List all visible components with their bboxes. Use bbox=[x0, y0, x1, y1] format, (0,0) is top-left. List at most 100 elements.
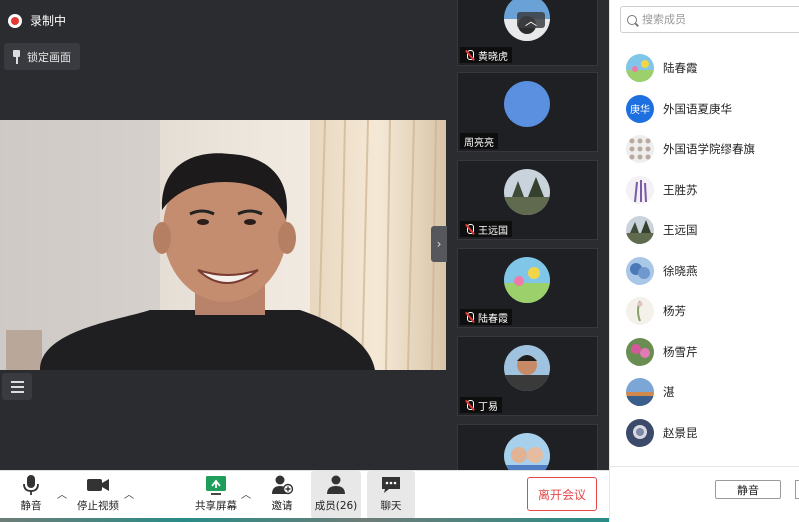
member-item[interactable]: 庚华 外国语夏庚华 bbox=[610, 89, 799, 130]
muted-mic-icon bbox=[464, 223, 475, 235]
member-item[interactable]: 赵景昆 bbox=[610, 413, 799, 454]
video-tile[interactable]: 王远国 bbox=[457, 160, 598, 240]
active-speaker-video bbox=[0, 120, 446, 370]
member-avatar: 庚华 bbox=[626, 94, 654, 123]
member-avatar bbox=[626, 175, 654, 204]
more-actions-button[interactable] bbox=[795, 480, 799, 499]
stop-video-label: 停止视频 bbox=[77, 500, 119, 512]
participant-name-tag: 黄晓虎 bbox=[460, 47, 512, 63]
member-name: 外国语夏庚华 bbox=[663, 101, 732, 116]
share-options-caret-icon[interactable]: ︿ bbox=[241, 486, 251, 501]
member-search-box[interactable] bbox=[620, 6, 799, 33]
member-item[interactable]: 王胜苏 bbox=[610, 170, 799, 211]
participant-name: 王远国 bbox=[478, 225, 508, 237]
member-avatar bbox=[626, 378, 654, 407]
view-list-button[interactable] bbox=[2, 373, 32, 400]
add-user-icon bbox=[272, 475, 294, 495]
collapse-gallery-button[interactable]: › bbox=[431, 226, 447, 262]
members-panel: 陆春霞 庚华 外国语夏庚华 外国语学院缪春旗 王胜苏 bbox=[609, 0, 799, 522]
search-icon bbox=[627, 14, 637, 25]
mute-all-button[interactable]: 静音 bbox=[715, 480, 781, 499]
invite-button[interactable]: 邀请 bbox=[266, 471, 298, 519]
chevron-right-icon: › bbox=[436, 237, 442, 251]
video-tile[interactable] bbox=[457, 424, 598, 470]
lock-view-button[interactable]: 锁定画面 bbox=[4, 43, 80, 70]
member-avatar bbox=[626, 256, 654, 285]
member-name: 王胜苏 bbox=[663, 182, 698, 197]
members-button[interactable]: 成员(26) bbox=[311, 471, 361, 519]
member-avatar bbox=[626, 54, 654, 83]
taskbar-edge bbox=[0, 518, 609, 522]
member-search-input[interactable] bbox=[642, 13, 792, 26]
list-icon-line bbox=[10, 390, 24, 393]
member-item[interactable]: 杨雪芹 bbox=[610, 332, 799, 373]
recording-label: 录制中 bbox=[30, 14, 67, 28]
muted-mic-icon bbox=[464, 399, 475, 411]
member-name: 湛 bbox=[663, 385, 675, 400]
participant-name: 陆春霞 bbox=[478, 313, 508, 325]
chat-bubble-icon bbox=[382, 477, 400, 493]
leave-meeting-button[interactable]: 离开会议 bbox=[527, 477, 597, 511]
video-tile[interactable]: 周亮亮 bbox=[457, 72, 598, 152]
member-item[interactable]: 徐晓燕 bbox=[610, 251, 799, 292]
participant-avatar bbox=[504, 257, 550, 303]
participant-name: 黄晓虎 bbox=[478, 51, 508, 63]
member-avatar bbox=[626, 135, 654, 164]
meeting-window: 录制中 锁定画面 › 黄晓虎 周亮亮 王远国 陆春霞 丁易 ︿ 搜索成员 陆春霞… bbox=[0, 0, 799, 522]
video-gallery: 黄晓虎 周亮亮 王远国 陆春霞 丁易 bbox=[447, 0, 609, 470]
participant-name-tag: 陆春霞 bbox=[460, 309, 512, 325]
audio-options-caret-icon[interactable]: ︿ bbox=[57, 486, 67, 501]
chat-label: 聊天 bbox=[380, 500, 402, 512]
record-icon bbox=[8, 13, 22, 28]
participant-name-tag: 丁易 bbox=[460, 397, 502, 413]
mute-label: 静音 bbox=[20, 500, 42, 512]
member-avatar bbox=[626, 216, 654, 245]
members-panel-footer: 静音 bbox=[610, 466, 799, 522]
participant-avatar bbox=[504, 345, 550, 391]
member-item[interactable]: 湛 bbox=[610, 372, 799, 413]
members-label: 成员(26) bbox=[314, 500, 358, 512]
share-screen-label: 共享屏幕 bbox=[195, 500, 237, 512]
participant-name: 丁易 bbox=[478, 401, 498, 413]
invite-label: 邀请 bbox=[271, 500, 293, 512]
member-list: 陆春霞 庚华 外国语夏庚华 外国语学院缪春旗 王胜苏 王远国 徐晓燕 杨芳 杨雪… bbox=[610, 48, 799, 453]
recording-indicator[interactable]: 录制中 bbox=[8, 12, 66, 29]
microphone-icon bbox=[23, 475, 39, 495]
video-tile[interactable]: 黄晓虎 bbox=[457, 0, 598, 66]
share-screen-button[interactable]: 共享屏幕 bbox=[193, 471, 239, 519]
member-name: 王远国 bbox=[663, 223, 698, 238]
chat-button[interactable]: 聊天 bbox=[367, 471, 415, 519]
meeting-toolbar: 静音 ︿ 停止视频 ︿ 共享屏幕 ︿ 邀请 成员(26) 聊天 离开会议 bbox=[0, 470, 609, 522]
participant-name-tag: 周亮亮 bbox=[460, 133, 498, 149]
member-item[interactable]: 王远国 bbox=[610, 210, 799, 251]
mute-button[interactable]: 静音 bbox=[12, 471, 50, 519]
gallery-scroll-up-button[interactable]: ︿ bbox=[517, 12, 545, 28]
participant-name-tag: 王远国 bbox=[460, 221, 512, 237]
member-avatar bbox=[626, 418, 654, 447]
member-name: 赵景昆 bbox=[663, 425, 698, 440]
main-stage: 录制中 锁定画面 bbox=[0, 0, 447, 470]
member-item[interactable]: 杨芳 bbox=[610, 291, 799, 332]
stop-video-button[interactable]: 停止视频 bbox=[74, 471, 122, 519]
members-icon bbox=[327, 475, 345, 494]
member-name: 外国语学院缪春旗 bbox=[663, 142, 755, 157]
participant-avatar bbox=[504, 81, 550, 127]
member-item[interactable]: 外国语学院缪春旗 bbox=[610, 129, 799, 170]
lock-view-label: 锁定画面 bbox=[27, 50, 71, 64]
pin-icon bbox=[12, 49, 21, 64]
video-camera-icon bbox=[87, 479, 109, 491]
member-avatar-text: 庚华 bbox=[630, 105, 650, 117]
participant-avatar bbox=[504, 169, 550, 215]
video-tile[interactable]: 陆春霞 bbox=[457, 248, 598, 328]
member-name: 徐晓燕 bbox=[663, 263, 698, 278]
member-item[interactable]: 陆春霞 bbox=[610, 48, 799, 89]
chevron-up-icon: ︿ bbox=[524, 13, 537, 28]
muted-mic-icon bbox=[464, 311, 475, 323]
speaker-video-frame bbox=[0, 120, 446, 370]
member-name: 杨芳 bbox=[663, 304, 686, 319]
member-name: 陆春霞 bbox=[663, 61, 698, 76]
video-tile[interactable]: 丁易 bbox=[457, 336, 598, 416]
video-options-caret-icon[interactable]: ︿ bbox=[124, 486, 134, 501]
list-icon-line bbox=[10, 385, 24, 388]
member-name: 杨雪芹 bbox=[663, 344, 698, 359]
